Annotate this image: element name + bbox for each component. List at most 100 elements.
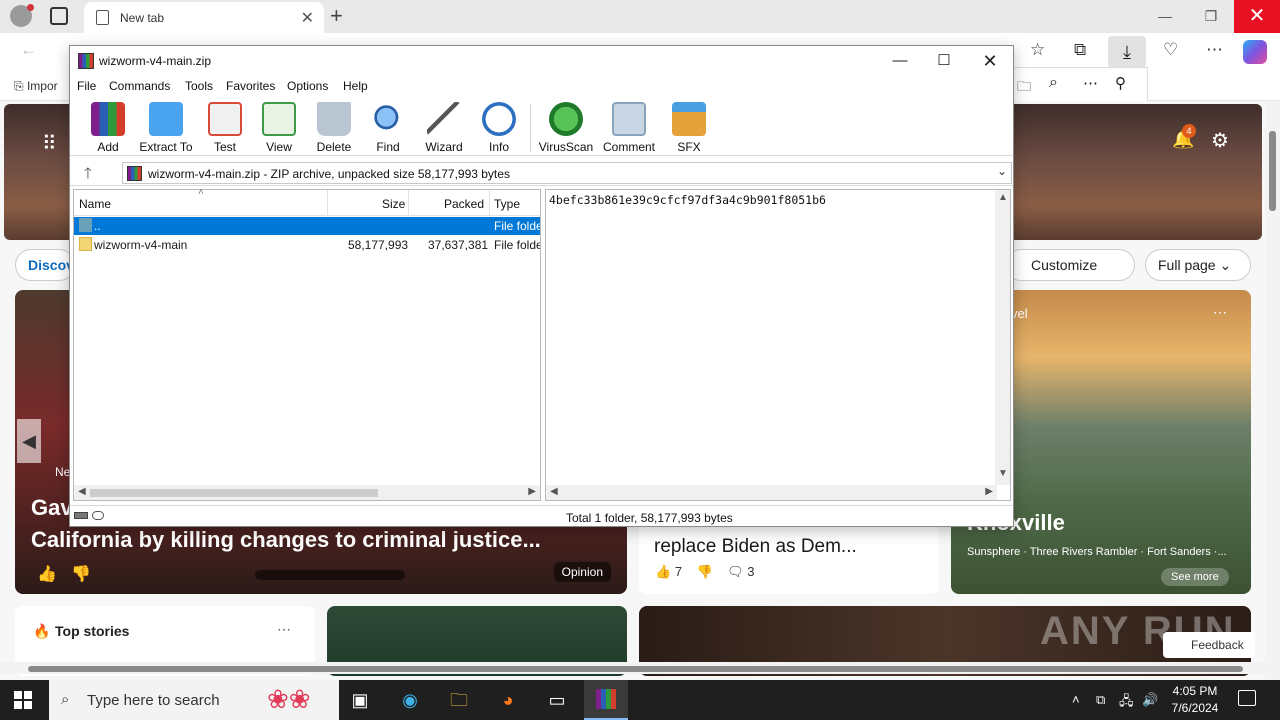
- browser-minimize-button[interactable]: —: [1142, 0, 1188, 33]
- table-row[interactable]: .. File folde: [74, 217, 540, 235]
- more-icon[interactable]: ⋯: [277, 621, 291, 638]
- menu-help[interactable]: Help: [343, 79, 368, 93]
- carousel-prev-button[interactable]: ◀: [17, 419, 41, 463]
- browser-essentials-icon[interactable]: ♡: [1163, 40, 1178, 60]
- comment-button[interactable]: Comment: [600, 102, 658, 156]
- test-button[interactable]: Test: [204, 102, 246, 156]
- menu-file[interactable]: File: [77, 79, 96, 93]
- menu-favorites[interactable]: Favorites: [226, 79, 275, 93]
- menu-tools[interactable]: Tools: [185, 79, 213, 93]
- tab-close-icon[interactable]: ✕: [301, 8, 314, 28]
- file-explorer-icon[interactable]: 🗀: [437, 680, 481, 720]
- winrar-taskbar-icon[interactable]: [584, 680, 628, 720]
- folder-icon[interactable]: 🗀: [1017, 76, 1031, 100]
- carousel-dots[interactable]: [255, 570, 405, 580]
- search-icon[interactable]: ⌕: [1049, 74, 1058, 92]
- full-page-dropdown[interactable]: Full page ⌄: [1145, 249, 1251, 281]
- scroll-left-arrow-icon[interactable]: ◀: [78, 486, 86, 497]
- copilot-icon[interactable]: [1243, 40, 1267, 64]
- thumbs-down-icon[interactable]: 👎: [71, 564, 91, 584]
- news-title-line1: Gav: [31, 495, 73, 520]
- chevron-down-icon[interactable]: ⌄: [997, 164, 1007, 178]
- scroll-up-arrow-icon[interactable]: ▲: [998, 192, 1008, 203]
- scroll-right-arrow-icon[interactable]: ▶: [528, 486, 536, 497]
- view-button[interactable]: View: [257, 102, 301, 156]
- reactions[interactable]: 👍 7 👎 🗨 3: [655, 564, 754, 580]
- system-clock[interactable]: 4:05 PM 7/6/2024: [1165, 683, 1225, 717]
- minimize-button[interactable]: —: [877, 46, 923, 76]
- info-icon: [482, 102, 516, 136]
- page-horizontal-scrollbar[interactable]: [0, 662, 1265, 674]
- downloads-icon[interactable]: ⤓: [1108, 36, 1146, 68]
- network-icon[interactable]: 🖧: [1119, 692, 1134, 714]
- browser-close-button[interactable]: ✕: [1234, 0, 1280, 33]
- meet-now-icon[interactable]: ⧉: [1096, 692, 1105, 708]
- find-button[interactable]: Find: [368, 102, 408, 156]
- up-one-level-icon[interactable]: 🡑: [84, 163, 92, 188]
- settings-gear-icon[interactable]: ⚙: [1211, 128, 1229, 153]
- delete-button[interactable]: Delete: [313, 102, 355, 156]
- more-menu-icon[interactable]: ⋯: [1206, 40, 1223, 60]
- search-placeholder: Type here to search: [87, 692, 220, 709]
- add-button[interactable]: Add: [88, 102, 128, 156]
- sfx-button[interactable]: SFX: [668, 102, 710, 156]
- extract-to-button[interactable]: Extract To: [138, 102, 194, 156]
- apps-grid-icon[interactable]: ⠿: [42, 131, 57, 156]
- wizard-button[interactable]: Wizard: [422, 102, 466, 156]
- menu-options[interactable]: Options: [287, 79, 328, 93]
- profile-avatar[interactable]: [10, 4, 34, 27]
- taskbar: ⌕ Type here to search ❀❀ ▣ ◉ 🗀 ◕ ▭ ˄ ⧉ 🖧…: [0, 680, 1280, 720]
- column-size[interactable]: Size: [382, 197, 405, 211]
- browser-tab-new-tab[interactable]: New tab ✕: [84, 2, 324, 33]
- browser-restore-button[interactable]: ❐: [1188, 0, 1234, 33]
- scrollbar-thumb[interactable]: [90, 489, 378, 497]
- menu-commands[interactable]: Commands: [109, 79, 170, 93]
- column-name[interactable]: Name: [79, 197, 111, 211]
- comment-horizontal-scrollbar[interactable]: ◀ ▶: [546, 485, 997, 500]
- path-combobox[interactable]: wizworm-v4-main.zip - ZIP archive, unpac…: [122, 162, 1012, 184]
- comment-vertical-scrollbar[interactable]: ▲ ▼: [995, 190, 1010, 485]
- table-row[interactable]: wizworm-v4-main 58,177,993 37,637,381 Fi…: [74, 236, 540, 254]
- column-packed[interactable]: Packed: [444, 197, 484, 211]
- virusscan-button[interactable]: VirusScan: [538, 102, 594, 156]
- taskbar-search-box[interactable]: ⌕ Type here to search ❀❀: [49, 680, 339, 720]
- info-button[interactable]: Info: [480, 102, 518, 156]
- terminal-icon[interactable]: ▭: [535, 680, 579, 720]
- favorites-star-icon[interactable]: ☆: [1030, 40, 1045, 60]
- scrollbar-thumb[interactable]: [1269, 131, 1276, 211]
- feedback-button[interactable]: Feedback: [1163, 632, 1255, 658]
- volume-icon[interactable]: 🔊: [1142, 692, 1158, 708]
- find-icon: [371, 102, 405, 136]
- more-options-icon[interactable]: ⋯: [1083, 74, 1098, 92]
- column-type[interactable]: Type: [494, 197, 520, 211]
- maximize-button[interactable]: ☐: [921, 46, 967, 76]
- list-horizontal-scrollbar[interactable]: ◀ ▶: [74, 485, 540, 500]
- scroll-left-arrow-icon[interactable]: ◀: [550, 486, 558, 497]
- scroll-right-arrow-icon[interactable]: ▶: [985, 486, 993, 497]
- thumbs-up-icon[interactable]: 👍: [37, 564, 57, 584]
- task-view-icon[interactable]: ▣: [338, 680, 382, 720]
- discover-tab[interactable]: Discov: [15, 249, 75, 281]
- windows-start-icon[interactable]: [14, 691, 32, 709]
- tray-overflow-chevron-icon[interactable]: ˄: [1072, 692, 1080, 707]
- tab-actions-icon[interactable]: [50, 7, 68, 25]
- firefox-icon[interactable]: ◕: [486, 680, 530, 720]
- card-more-icon[interactable]: ⋯: [1213, 304, 1227, 321]
- drive-key-icon[interactable]: [74, 510, 108, 522]
- notification-center-icon[interactable]: [1238, 690, 1256, 706]
- edge-taskbar-icon[interactable]: ◉: [388, 680, 432, 720]
- close-button[interactable]: ✕: [967, 46, 1013, 76]
- virusscan-icon: [549, 102, 583, 136]
- winrar-titlebar[interactable]: wizworm-v4-main.zip — ☐ ✕: [70, 46, 1013, 76]
- page-vertical-scrollbar[interactable]: [1265, 101, 1280, 673]
- new-tab-button[interactable]: +: [330, 3, 343, 29]
- scrollbar-thumb[interactable]: [28, 666, 1243, 672]
- import-favorites-link[interactable]: ⎘ Impor: [14, 79, 58, 94]
- see-more-button[interactable]: See more: [1161, 568, 1229, 586]
- collections-icon[interactable]: ⧉: [1074, 40, 1086, 60]
- address-bar: 🡑 wizworm-v4-main.zip - ZIP archive, unp…: [70, 160, 1013, 186]
- customize-feed-button[interactable]: Customize feed: [1005, 249, 1135, 303]
- scroll-down-arrow-icon[interactable]: ▼: [998, 468, 1008, 479]
- pin-icon[interactable]: ⚲: [1115, 74, 1126, 92]
- back-arrow-icon[interactable]: ←: [20, 40, 37, 60]
